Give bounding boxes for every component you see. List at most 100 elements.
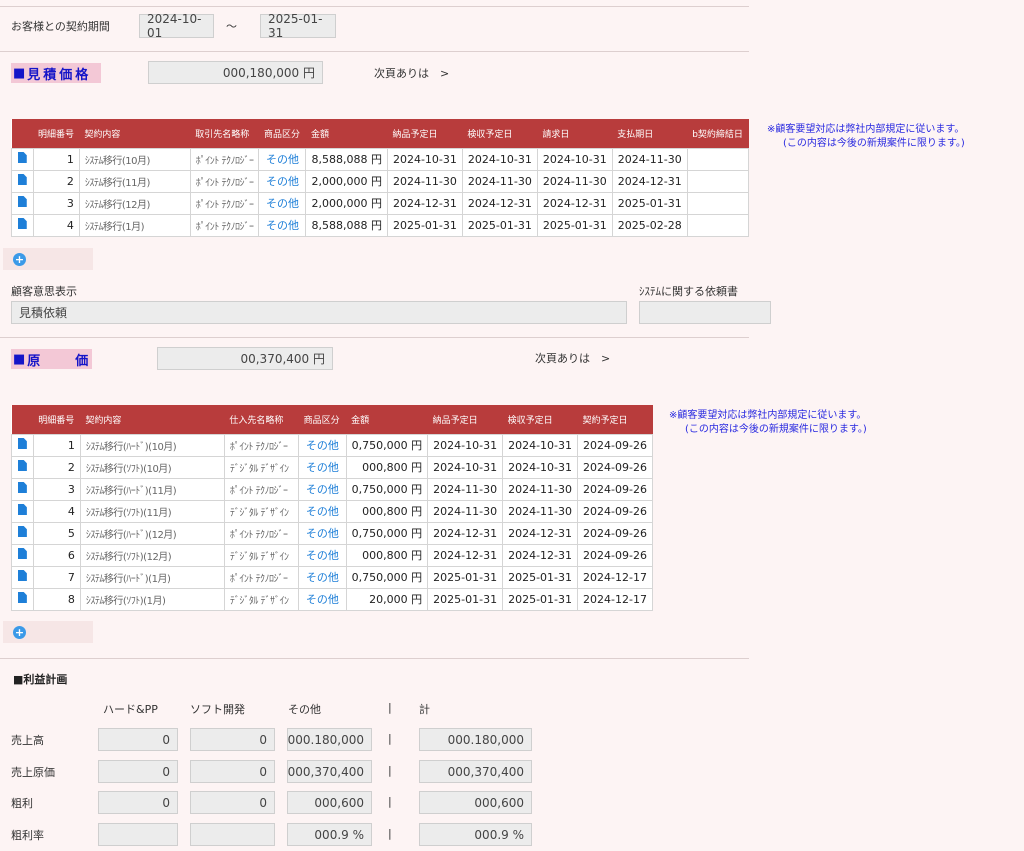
profit-other-field: 000,600 [287, 791, 372, 814]
estimate-add-row-bar[interactable]: + [3, 248, 93, 270]
row-category-link[interactable]: その他 [298, 455, 347, 479]
estimate-next-page-link[interactable]: 次頁ありは > [374, 65, 449, 81]
row-delivery: 2024-10-31 [386, 147, 463, 171]
customer-intent-field[interactable]: 見積依頼 [11, 301, 627, 324]
table-row[interactable]: 3 ｼｽﾃﾑ移行(ﾊｰﾄﾞ)(11月) ﾎﾟｲﾝﾄ ﾃｸﾉﾛｼﾞｰ その他 0,750,… [11, 477, 653, 501]
row-inspection: 2024-10-31 [502, 455, 579, 479]
row-category-link[interactable]: その他 [298, 587, 347, 611]
cost-table: 明細番号 契約内容 仕入先名略称 商品区分 金額 納品予定日 検収予定日 契約予… [11, 405, 653, 611]
row-category-link[interactable]: その他 [258, 169, 307, 193]
row-category-link[interactable]: その他 [298, 433, 347, 457]
document-icon[interactable] [17, 460, 27, 471]
document-icon[interactable] [17, 592, 27, 603]
row-delivery: 2024-11-30 [427, 477, 504, 501]
row-doc-cell[interactable] [11, 543, 34, 567]
row-contract-date: 2024-09-26 [577, 521, 653, 545]
col-delivery: 納品予定日 [427, 405, 503, 434]
table-row[interactable]: 4 ｼｽﾃﾑ移行(ｿﾌﾄ)(11月) ﾃﾞｼﾞﾀﾙ ﾃﾞｻﾞｲﾝ その他 000,800… [11, 499, 653, 523]
table-row[interactable]: 5 ｼｽﾃﾑ移行(ﾊｰﾄﾞ)(12月) ﾎﾟｲﾝﾄ ﾃｸﾉﾛｼﾞｰ その他 0,750,… [11, 521, 653, 545]
col-payment: 支払期日 [612, 119, 688, 148]
row-doc-cell[interactable] [11, 477, 34, 501]
row-category-link[interactable]: その他 [298, 521, 347, 545]
row-doc-cell[interactable] [11, 169, 34, 193]
contract-end-field[interactable]: 2025-01-31 [260, 12, 336, 40]
row-category-link[interactable]: その他 [298, 543, 347, 567]
profit-hard-field [98, 823, 178, 846]
row-doc-cell[interactable] [11, 433, 34, 457]
system-request-field[interactable] [639, 301, 771, 324]
row-delivery: 2024-10-31 [427, 433, 504, 457]
row-supplier: ﾃﾞｼﾞﾀﾙ ﾃﾞｻﾞｲﾝ [223, 499, 300, 523]
col-inspection: 検収予定日 [462, 119, 538, 148]
table-row[interactable]: 7 ｼｽﾃﾑ移行(ﾊｰﾄﾞ)(1月) ﾎﾟｲﾝﾄ ﾃｸﾉﾛｼﾞｰ その他 0,750,0… [11, 565, 653, 589]
plus-circle-icon[interactable]: + [13, 252, 26, 266]
row-inspection: 2025-01-31 [502, 565, 579, 589]
row-category-link[interactable]: その他 [298, 565, 347, 589]
contract-start-field[interactable]: 2024-10-01 [139, 12, 214, 40]
document-icon[interactable] [17, 174, 27, 185]
row-no: 2 [32, 169, 80, 193]
row-amount: 0,750,000 円 [345, 477, 429, 501]
row-no: 1 [32, 147, 80, 171]
row-no: 4 [32, 213, 80, 237]
row-supplier: ﾃﾞｼﾞﾀﾙ ﾃﾞｻﾞｲﾝ [223, 455, 300, 479]
profit-soft-field [190, 823, 275, 846]
profit-other-field: 000,370,400 [287, 760, 372, 783]
table-row[interactable]: 2 ｼｽﾃﾑ移行(11月) ﾎﾟｲﾝﾄ ﾃｸﾉﾛｼﾞｰ その他 2,000,000 円2… [11, 169, 750, 193]
row-doc-cell[interactable] [11, 191, 34, 215]
row-doc-cell[interactable] [11, 455, 34, 479]
profit-col-hard: ハード&PP [103, 703, 158, 716]
plus-circle-icon[interactable]: + [13, 625, 26, 639]
table-row[interactable]: 2 ｼｽﾃﾑ移行(ｿﾌﾄ)(10月) ﾃﾞｼﾞﾀﾙ ﾃﾞｻﾞｲﾝ その他 000,800… [11, 455, 653, 479]
row-category-link[interactable]: その他 [298, 499, 347, 523]
row-inspection: 2024-11-30 [502, 499, 579, 523]
row-inspection: 2024-10-31 [502, 433, 579, 457]
document-icon[interactable] [17, 152, 27, 163]
document-icon[interactable] [17, 526, 27, 537]
row-amount: 8,588,088 円 [305, 213, 388, 237]
row-amount: 2,000,000 円 [305, 169, 388, 193]
cost-add-row-bar[interactable]: + [3, 621, 93, 643]
row-doc-cell[interactable] [11, 565, 34, 589]
row-doc-cell[interactable] [11, 213, 34, 237]
document-icon[interactable] [17, 438, 27, 449]
document-icon[interactable] [17, 548, 27, 559]
document-icon[interactable] [17, 196, 27, 207]
row-category-link[interactable]: その他 [258, 191, 307, 215]
document-icon[interactable] [17, 482, 27, 493]
row-payment: 2024-12-31 [611, 169, 688, 193]
document-icon[interactable] [17, 218, 27, 229]
customer-intent-label: 顧客意思表示 [11, 285, 77, 298]
document-icon[interactable] [17, 570, 27, 581]
profit-row-label: 売上高 [11, 734, 44, 747]
row-doc-cell[interactable] [11, 587, 34, 611]
document-icon[interactable] [17, 504, 27, 515]
table-row[interactable]: 4 ｼｽﾃﾑ移行(1月) ﾎﾟｲﾝﾄ ﾃｸﾉﾛｼﾞｰ その他 8,588,088 円 20… [11, 213, 750, 237]
row-category-link[interactable]: その他 [298, 477, 347, 501]
table-row[interactable]: 3 ｼｽﾃﾑ移行(12月) ﾎﾟｲﾝﾄ ﾃｸﾉﾛｼﾞｰ その他 2,000,000 円2… [11, 191, 750, 215]
row-doc-cell[interactable] [11, 521, 34, 545]
row-category-link[interactable]: その他 [258, 147, 307, 171]
profit-total-field: 000,370,400 [419, 760, 532, 783]
row-doc-cell[interactable] [11, 147, 34, 171]
cost-next-page-link[interactable]: 次頁ありは > [535, 350, 610, 366]
system-request-label: ｼｽﾃﾑに関する依頼書 [639, 285, 738, 298]
profit-other-field: 000.9 % [287, 823, 372, 846]
row-inspection: 2024-11-30 [502, 477, 579, 501]
table-row[interactable]: 1 ｼｽﾃﾑ移行(ﾊｰﾄﾞ)(10月) ﾎﾟｲﾝﾄ ﾃｸﾉﾛｼﾞｰ その他 0,750,… [11, 433, 653, 457]
row-category-link[interactable]: その他 [258, 213, 307, 237]
row-content: ｼｽﾃﾑ移行(ﾊｰﾄﾞ)(11月) [79, 477, 225, 501]
row-delivery: 2025-01-31 [427, 565, 504, 589]
row-delivery: 2024-10-31 [427, 455, 504, 479]
row-no: 2 [32, 455, 81, 479]
profit-separator: | [388, 827, 392, 840]
profit-col-separator: | [388, 701, 392, 714]
table-row[interactable]: 6 ｼｽﾃﾑ移行(ｿﾌﾄ)(12月) ﾃﾞｼﾞﾀﾙ ﾃﾞｻﾞｲﾝ その他 000,800… [11, 543, 653, 567]
row-inspection: 2024-12-31 [502, 543, 579, 567]
table-row[interactable]: 1 ｼｽﾃﾑ移行(10月) ﾎﾟｲﾝﾄ ﾃｸﾉﾛｼﾞｰ その他 8,588,088 円2… [11, 147, 750, 171]
row-supplier: ﾎﾟｲﾝﾄ ﾃｸﾉﾛｼﾞｰ [223, 565, 300, 589]
profit-separator: | [388, 732, 392, 745]
row-doc-cell[interactable] [11, 499, 34, 523]
col-amount: 金額 [346, 405, 428, 434]
table-row[interactable]: 8 ｼｽﾃﾑ移行(ｿﾌﾄ)(1月) ﾃﾞｼﾞﾀﾙ ﾃﾞｻﾞｲﾝ その他 20,000 円… [11, 587, 653, 611]
